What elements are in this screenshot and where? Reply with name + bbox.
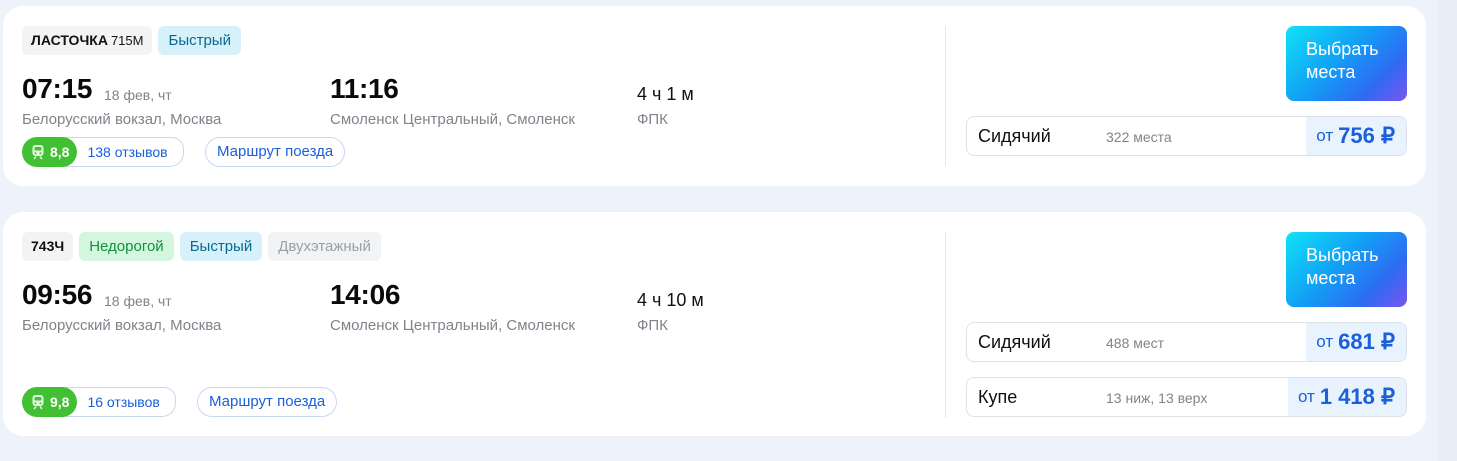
fare-seats: 13 ниж, 13 верх	[1106, 390, 1208, 406]
departure-station: Белорусский вокзал, Москва	[22, 111, 222, 128]
fare-option[interactable]: Сидячий 322 места от 756 ₽	[966, 116, 1407, 156]
select-seats-button[interactable]: Выбрать места	[1286, 232, 1407, 307]
fare-price: от 1 418 ₽	[1287, 378, 1406, 416]
arrival-time: 11:16	[330, 73, 399, 104]
train-route-button[interactable]: Маршрут поезда	[205, 137, 346, 167]
select-seats-button[interactable]: Выбрать места	[1286, 26, 1407, 101]
fare-price: от 681 ₽	[1306, 323, 1406, 361]
price-from-label: от	[1316, 332, 1334, 351]
fare-price: от 756 ₽	[1306, 117, 1406, 155]
train-route-button[interactable]: Маршрут поезда	[197, 387, 338, 417]
train-front-icon	[31, 144, 45, 160]
card-divider	[945, 232, 946, 418]
fare-seats: 488 мест	[1106, 335, 1165, 351]
fare-option[interactable]: Купе 13 ниж, 13 верх от 1 418 ₽	[966, 377, 1407, 417]
card-divider	[945, 26, 946, 166]
rating-widget[interactable]: 9,8 16 отзывов	[22, 387, 176, 417]
carrier-name: ФПК	[637, 111, 668, 128]
fare-seats: 322 места	[1106, 129, 1172, 145]
departure-station: Белорусский вокзал, Москва	[22, 317, 222, 334]
fast-badge: Быстрый	[179, 232, 263, 261]
reviews-link[interactable]: 16 отзывов	[65, 387, 176, 417]
double-decker-badge: Двухэтажный	[268, 232, 381, 261]
cheap-badge: Недорогой	[79, 232, 174, 261]
badge-row: ЛАСТОЧКА 715М Быстрый	[22, 26, 241, 55]
rating-score-badge: 8,8	[22, 137, 78, 167]
fare-option[interactable]: Сидячий 488 мест от 681 ₽	[966, 322, 1407, 362]
fare-class: Купе	[978, 387, 1018, 407]
trip-card: 743Ч Недорогой Быстрый Двухэтажный 09:56…	[3, 212, 1426, 436]
carrier-name: ФПК	[637, 317, 668, 334]
rating-value: 9,8	[50, 394, 70, 410]
train-number-badge: ЛАСТОЧКА 715М	[22, 26, 153, 55]
rating-value: 8,8	[50, 144, 70, 160]
badge-row: 743Ч Недорогой Быстрый Двухэтажный	[22, 232, 381, 261]
rating-score-badge: 9,8	[22, 387, 78, 417]
train-front-icon	[31, 394, 45, 410]
fare-class: Сидячий	[978, 126, 1051, 146]
fare-class: Сидячий	[978, 332, 1051, 352]
departure-date: 18 фев, чт	[104, 87, 172, 103]
price-from-label: от	[1316, 126, 1334, 145]
price-amount: 1 418 ₽	[1319, 384, 1395, 409]
price-amount: 756 ₽	[1338, 123, 1395, 148]
arrival-station: Смоленск Центральный, Смоленск	[330, 111, 575, 128]
arrival-time: 14:06	[330, 279, 401, 310]
price-amount: 681 ₽	[1338, 329, 1395, 354]
train-number-badge: 743Ч	[22, 232, 74, 261]
rating-widget[interactable]: 8,8 138 отзывов	[22, 137, 184, 167]
scrollbar-track[interactable]	[1438, 0, 1457, 461]
trip-card: ЛАСТОЧКА 715М Быстрый 07:15 18 фев, чт Бе…	[3, 6, 1426, 186]
select-seats-label: Выбрать места	[1306, 39, 1379, 82]
select-seats-label: Выбрать места	[1306, 245, 1379, 288]
trip-duration: 4 ч 1 м	[637, 84, 694, 104]
arrival-station: Смоленск Центральный, Смоленск	[330, 317, 575, 334]
trip-duration: 4 ч 10 м	[637, 290, 704, 310]
departure-time: 09:56	[22, 279, 93, 310]
departure-date: 18 фев, чт	[104, 293, 172, 309]
train-name: ЛАСТОЧКА	[31, 32, 108, 48]
train-model: 715М	[110, 33, 144, 48]
train-name: 743Ч	[31, 238, 65, 254]
price-from-label: от	[1297, 387, 1315, 406]
fast-badge: Быстрый	[158, 26, 241, 55]
reviews-link[interactable]: 138 отзывов	[65, 137, 184, 167]
departure-time: 07:15	[22, 73, 93, 104]
